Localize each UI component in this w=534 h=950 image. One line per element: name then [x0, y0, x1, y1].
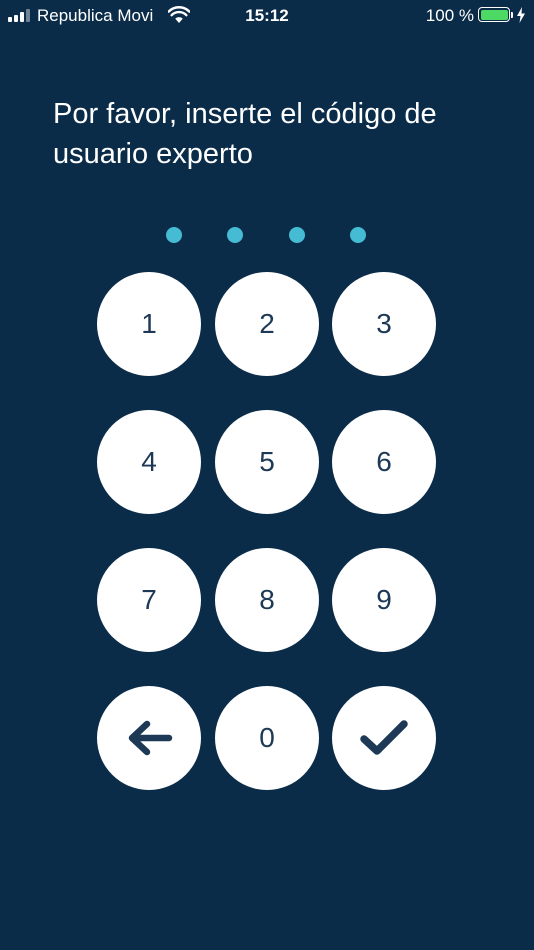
confirm-button[interactable] — [332, 686, 436, 790]
pin-dot — [227, 227, 243, 243]
arrow-left-icon — [128, 720, 173, 756]
prompt-text: Por favor, inserte el código de usuario … — [53, 98, 437, 170]
charging-bolt-icon — [517, 7, 525, 23]
status-bar: Republica Movi 15:12 100 % — [0, 0, 534, 32]
back-button[interactable] — [97, 686, 201, 790]
key-5[interactable]: 5 — [215, 410, 319, 514]
key-8[interactable]: 8 — [215, 548, 319, 652]
key-7[interactable]: 7 — [97, 548, 201, 652]
battery-tip — [511, 12, 513, 18]
key-0[interactable]: 0 — [215, 686, 319, 790]
battery-percentage: 100 % — [425, 6, 474, 25]
key-6[interactable]: 6 — [332, 410, 436, 514]
pin-indicator — [0, 227, 534, 245]
key-3[interactable]: 3 — [332, 272, 436, 376]
signal-icon — [8, 9, 34, 22]
pin-dot — [289, 227, 305, 243]
checkmark-icon — [360, 720, 408, 755]
pin-dot — [350, 227, 366, 243]
key-4[interactable]: 4 — [97, 410, 201, 514]
wifi-icon — [168, 6, 190, 23]
key-2[interactable]: 2 — [215, 272, 319, 376]
pin-dot — [166, 227, 182, 243]
key-9[interactable]: 9 — [332, 548, 436, 652]
battery-icon — [478, 7, 510, 22]
key-1[interactable]: 1 — [97, 272, 201, 376]
carrier-name: Republica Movi — [37, 6, 154, 25]
